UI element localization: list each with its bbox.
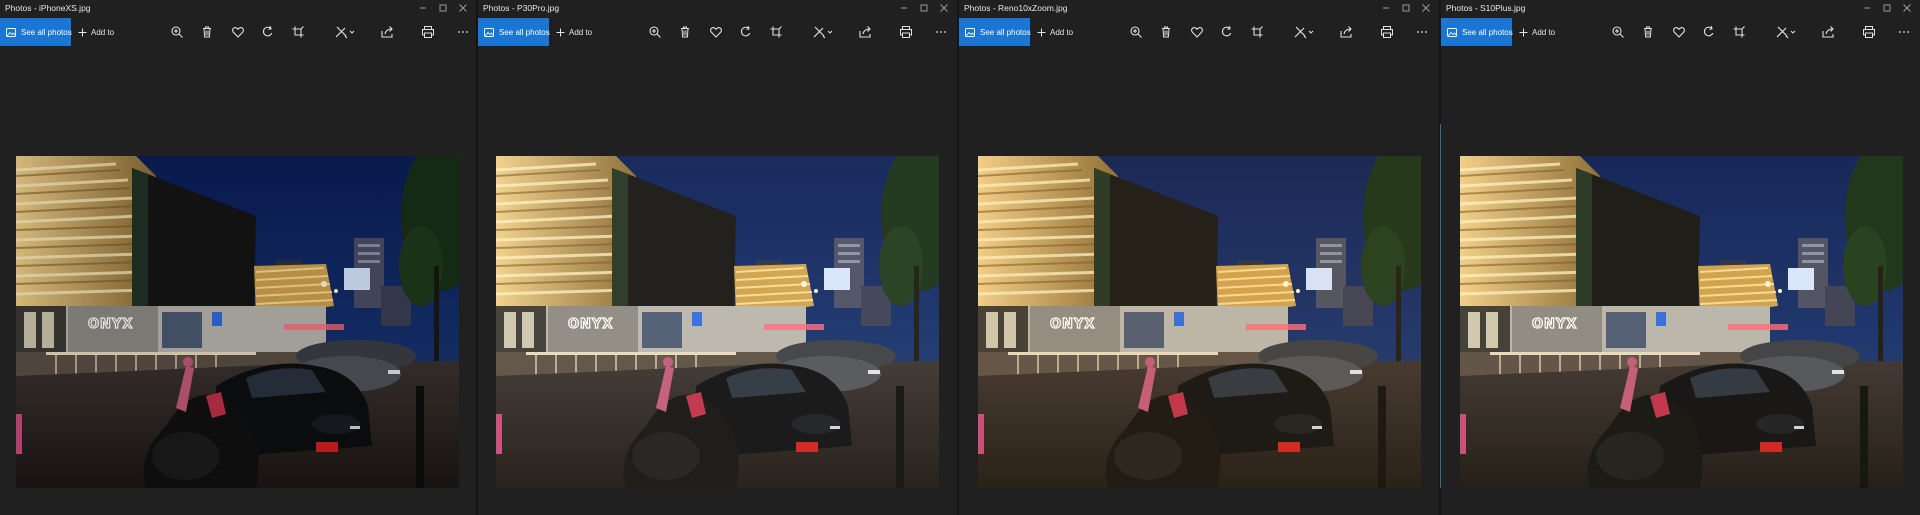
minimize-icon[interactable]: [1860, 1, 1874, 15]
plus-icon: [556, 28, 565, 37]
zoom-in-icon[interactable]: [1611, 25, 1625, 39]
photos-icon: [484, 28, 494, 37]
delete-icon[interactable]: [200, 25, 214, 39]
title-bar[interactable]: Photos - S10Plus.jpg: [1441, 0, 1920, 16]
maximize-icon[interactable]: [436, 1, 450, 15]
close-icon[interactable]: [1419, 1, 1433, 15]
rotate-icon[interactable]: [1220, 25, 1234, 39]
zoom-in-icon[interactable]: [1129, 25, 1143, 39]
share-icon[interactable]: [380, 25, 394, 39]
see-all-photos-label: See all photos: [980, 27, 1031, 37]
heart-icon[interactable]: [231, 25, 245, 39]
heart-icon[interactable]: [1190, 25, 1204, 39]
add-to-button[interactable]: Add to: [556, 18, 592, 46]
minimize-icon[interactable]: [1379, 1, 1393, 15]
minimize-icon[interactable]: [897, 1, 911, 15]
share-icon[interactable]: [1821, 25, 1835, 39]
maximize-icon[interactable]: [917, 1, 931, 15]
see-all-photos-button[interactable]: See all photos: [959, 18, 1031, 46]
edit-create-icon[interactable]: [334, 25, 356, 39]
delete-icon[interactable]: [1641, 25, 1655, 39]
plus-icon: [1519, 28, 1528, 37]
photo-viewer-image[interactable]: [978, 156, 1421, 488]
add-to-label: Add to: [1532, 27, 1556, 37]
photos-icon: [965, 28, 975, 37]
photos-window-reno10xzoom: Photos - Reno10xZoom.jpg See all photos …: [959, 0, 1439, 515]
add-to-label: Add to: [1050, 27, 1074, 37]
plus-icon: [1037, 28, 1046, 37]
see-all-photos-label: See all photos: [499, 27, 550, 37]
rotate-icon[interactable]: [1702, 25, 1716, 39]
crop-icon[interactable]: [1250, 25, 1264, 39]
close-icon[interactable]: [456, 1, 470, 15]
rotate-icon[interactable]: [739, 25, 753, 39]
toolbar: See all photos Add to: [0, 18, 476, 46]
share-icon[interactable]: [1339, 25, 1353, 39]
more-icon[interactable]: [456, 25, 470, 39]
photo-viewer-image[interactable]: [1460, 156, 1903, 488]
edit-create-icon[interactable]: [812, 25, 834, 39]
photo-viewer-image[interactable]: [496, 156, 939, 488]
more-icon[interactable]: [1897, 25, 1911, 39]
zoom-in-icon[interactable]: [170, 25, 184, 39]
close-icon[interactable]: [937, 1, 951, 15]
see-all-photos-button[interactable]: See all photos: [1441, 18, 1513, 46]
add-to-button[interactable]: Add to: [1037, 18, 1073, 46]
title-bar[interactable]: Photos - iPhoneXS.jpg: [0, 0, 476, 16]
crop-icon[interactable]: [769, 25, 783, 39]
photos-window-p30pro: Photos - P30Pro.jpg See all photos Add t…: [478, 0, 957, 515]
photo-viewer-image[interactable]: [16, 156, 459, 488]
delete-icon[interactable]: [678, 25, 692, 39]
see-all-photos-label: See all photos: [21, 27, 72, 37]
minimize-icon[interactable]: [416, 1, 430, 15]
photos-icon: [1447, 28, 1457, 37]
print-icon[interactable]: [1380, 25, 1394, 39]
see-all-photos-button[interactable]: See all photos: [478, 18, 550, 46]
see-all-photos-label: See all photos: [1462, 27, 1513, 37]
photos-window-s10plus: Photos - S10Plus.jpg See all photos Add …: [1441, 0, 1920, 515]
crop-icon[interactable]: [1732, 25, 1746, 39]
print-icon[interactable]: [1862, 25, 1876, 39]
window-title: Photos - iPhoneXS.jpg: [5, 3, 91, 13]
add-to-label: Add to: [91, 27, 115, 37]
add-to-label: Add to: [569, 27, 593, 37]
maximize-icon[interactable]: [1399, 1, 1413, 15]
title-bar[interactable]: Photos - Reno10xZoom.jpg: [959, 0, 1439, 16]
share-icon[interactable]: [858, 25, 872, 39]
see-all-photos-button[interactable]: See all photos: [0, 18, 72, 46]
add-to-button[interactable]: Add to: [1519, 18, 1555, 46]
edit-create-icon[interactable]: [1293, 25, 1315, 39]
plus-icon: [78, 28, 87, 37]
close-icon[interactable]: [1900, 1, 1914, 15]
rotate-icon[interactable]: [261, 25, 275, 39]
print-icon[interactable]: [899, 25, 913, 39]
toolbar: See all photos Add to: [478, 18, 957, 46]
title-bar[interactable]: Photos - P30Pro.jpg: [478, 0, 957, 16]
print-icon[interactable]: [421, 25, 435, 39]
more-icon[interactable]: [1415, 25, 1429, 39]
window-title: Photos - P30Pro.jpg: [483, 3, 560, 13]
photos-icon: [6, 28, 16, 37]
maximize-icon[interactable]: [1880, 1, 1894, 15]
toolbar: See all photos Add to: [1441, 18, 1920, 46]
add-to-button[interactable]: Add to: [78, 18, 114, 46]
edit-create-icon[interactable]: [1775, 25, 1797, 39]
more-icon[interactable]: [934, 25, 948, 39]
heart-icon[interactable]: [709, 25, 723, 39]
toolbar: See all photos Add to: [959, 18, 1439, 46]
window-title: Photos - S10Plus.jpg: [1446, 3, 1526, 13]
delete-icon[interactable]: [1159, 25, 1173, 39]
zoom-in-icon[interactable]: [648, 25, 662, 39]
window-title: Photos - Reno10xZoom.jpg: [964, 3, 1068, 13]
heart-icon[interactable]: [1672, 25, 1686, 39]
crop-icon[interactable]: [291, 25, 305, 39]
photos-window-iphonexs: Photos - iPhoneXS.jpg See all photos Add…: [0, 0, 476, 515]
